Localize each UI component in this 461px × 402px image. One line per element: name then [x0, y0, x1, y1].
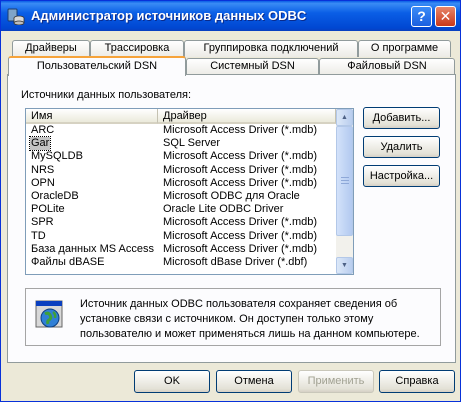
dsn-driver: Microsoft Access Driver (*.mdb) [163, 124, 318, 136]
dsn-rows: ARC Microsoft Access Driver (*.mdb) Gar SQ… [26, 124, 336, 269]
table-row[interactable]: Файлы dBASE Microsoft dBase Driver (*.dbf… [26, 256, 336, 269]
tab-user-dsn[interactable]: Пользовательский DSN [8, 56, 186, 76]
ok-button[interactable]: OK [134, 370, 210, 393]
globe-database-icon [35, 300, 63, 328]
dsn-driver: Oracle Lite ODBC Driver [163, 203, 284, 216]
table-row[interactable]: POLite Oracle Lite ODBC Driver [26, 203, 336, 216]
scroll-down-icon[interactable]: ▼ [336, 257, 353, 274]
dsn-name: Файлы dBASE [31, 255, 105, 268]
table-row[interactable]: OPN Microsoft Access Driver (*.mdb) [26, 177, 336, 190]
close-title-button[interactable]: ✕ [435, 6, 456, 27]
dsn-name: База данных MS Access [31, 242, 154, 255]
dsn-name: OracleDB [31, 189, 79, 202]
dsn-driver: Microsoft Access Driver (*.mdb) [163, 229, 318, 242]
help-button[interactable]: Справка [379, 370, 455, 393]
tab-about[interactable]: О программе [358, 40, 451, 57]
grip-line [341, 183, 349, 184]
dsn-driver: Microsoft Access Driver (*.mdb) [163, 242, 318, 255]
scroll-thumb[interactable] [336, 126, 353, 236]
odbc-admin-window: Администратор источников данных ODBC ? ✕… [0, 0, 461, 402]
dsn-name: MySQLDB [31, 150, 83, 163]
grip-line [341, 177, 349, 178]
dsn-name: ARC [31, 124, 55, 136]
dsn-driver: Microsoft Access Driver (*.mdb) [163, 216, 318, 229]
info-text: Источник данных ODBC пользователя сохран… [80, 298, 420, 340]
dsn-name: SPR [31, 216, 54, 229]
apply-button[interactable]: Применить [298, 370, 374, 393]
cancel-button[interactable]: Отмена [216, 370, 292, 393]
configure-button[interactable]: Настройка... [363, 165, 440, 187]
table-row[interactable]: OracleDB Microsoft ODBC для Oracle [26, 190, 336, 203]
help-title-button[interactable]: ? [411, 6, 432, 27]
title-bar[interactable]: Администратор источников данных ODBC ? ✕ [1, 1, 460, 31]
table-row[interactable]: ARC Microsoft Access Driver (*.mdb) [26, 124, 336, 137]
dsn-driver: Microsoft Access Driver (*.mdb) [163, 163, 318, 176]
vertical-scrollbar[interactable]: ▲ ▼ [336, 109, 353, 274]
remove-button[interactable]: Удалить [363, 136, 440, 158]
table-row[interactable]: NRS Microsoft Access Driver (*.mdb) [26, 164, 336, 177]
tab-system-dsn[interactable]: Системный DSN [186, 58, 319, 75]
odbc-app-icon [7, 8, 25, 25]
tab-tracing[interactable]: Трассировка [90, 40, 184, 57]
dsn-driver: Microsoft dBase Driver (*.dbf) [163, 255, 308, 268]
add-button[interactable]: Добавить... [363, 107, 440, 129]
dsn-driver: Microsoft ODBC для Oracle [163, 189, 300, 202]
table-row[interactable]: SPR Microsoft Access Driver (*.mdb) [26, 216, 336, 229]
table-row[interactable]: MySQLDB Microsoft Access Driver (*.mdb) [26, 150, 336, 163]
tab-drivers[interactable]: Драйверы [12, 40, 90, 57]
window-title: Администратор источников данных ODBC [31, 8, 307, 23]
grip-line [341, 180, 349, 181]
tab-connection-pooling[interactable]: Группировка подключений [184, 40, 358, 57]
scroll-up-icon[interactable]: ▲ [336, 109, 353, 126]
column-header-name[interactable]: Имя [26, 109, 158, 124]
dsn-driver: Microsoft Access Driver (*.mdb) [163, 176, 318, 189]
dsn-list[interactable]: Имя Драйвер ARC Microsoft Access Driver (… [25, 108, 354, 275]
dsn-name: Gar [28, 136, 52, 152]
dsn-name: POLite [31, 203, 65, 216]
dsn-name: TD [31, 229, 46, 242]
column-header-driver[interactable]: Драйвер [158, 109, 336, 124]
dsn-name: OPN [31, 176, 55, 189]
dsn-driver: SQL Server [163, 137, 221, 150]
tab-file-dsn[interactable]: Файловый DSN [319, 58, 455, 75]
table-row[interactable]: TD Microsoft Access Driver (*.mdb) [26, 230, 336, 243]
user-data-sources-label: Источники данных пользователя: [21, 89, 192, 101]
table-row[interactable]: База данных MS Access Microsoft Access Dr… [26, 243, 336, 256]
info-box: Источник данных ODBC пользователя сохран… [25, 288, 441, 346]
table-row-selected[interactable]: Gar SQL Server [26, 136, 336, 152]
dsn-name: NRS [31, 163, 55, 176]
dsn-driver: Microsoft Access Driver (*.mdb) [163, 150, 318, 163]
